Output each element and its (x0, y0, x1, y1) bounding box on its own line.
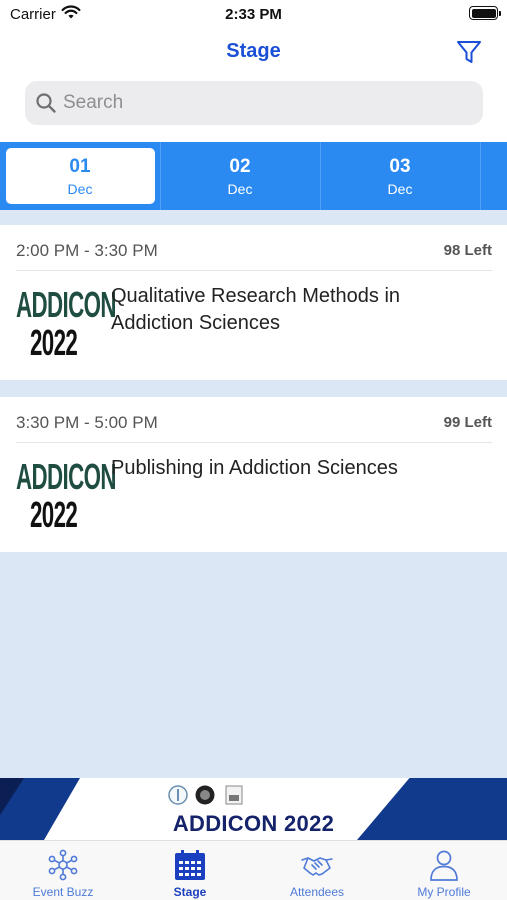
tab-attendees[interactable]: Attendees (254, 841, 380, 900)
calendar-icon (173, 848, 207, 882)
status-bar: Carrier 2:33 PM (0, 0, 507, 28)
session-time: 3:30 PM - 5:00 PM (16, 413, 158, 432)
tab-bar: Event Buzz Stage Attendees My Profile (0, 840, 507, 900)
person-icon (427, 848, 461, 882)
network-icon (46, 848, 80, 882)
session-card[interactable]: 2:00 PM - 3:30 PM 98 Left ADDICON 2022 Q… (0, 225, 507, 380)
page-title: Stage (226, 40, 281, 62)
seal-icons (168, 785, 243, 805)
clock: 2:33 PM (225, 6, 282, 23)
session-title: Publishing in Addiction Sciences (111, 457, 398, 479)
logo-text-line2: 2022 (30, 494, 78, 535)
date-tab-02[interactable]: 02 Dec (160, 142, 320, 210)
session-card[interactable]: 3:30 PM - 5:00 PM 99 Left ADDICON 2022 P… (0, 397, 507, 552)
seats-left-badge: 99 Left (443, 414, 492, 431)
divider (16, 442, 492, 443)
navigation-bar: Stage (0, 28, 507, 78)
logo-text-line2: 2022 (30, 322, 78, 363)
tab-label: Event Buzz (32, 885, 94, 899)
session-title: Qualitative Research Methods in Addictio… (111, 285, 401, 334)
date-tab-bar: 01 Dec 02 Dec 03 Dec (0, 142, 507, 210)
session-time: 2:00 PM - 3:30 PM (16, 241, 158, 260)
date-tab-03[interactable]: 03 Dec (320, 142, 480, 210)
banner-title: ADDICON 2022 (172, 811, 335, 836)
date-month: Dec (227, 181, 253, 197)
date-tab-01[interactable]: 01 Dec (0, 142, 160, 210)
event-logo: ADDICON 2022 (16, 284, 116, 365)
tab-my-profile[interactable]: My Profile (381, 841, 507, 900)
battery-icon (469, 6, 501, 20)
seats-left-badge: 98 Left (443, 242, 492, 259)
logo-text-line1: ADDICON (16, 284, 116, 325)
date-day: 02 (229, 156, 251, 177)
tab-label: Attendees (289, 885, 345, 899)
search-bar[interactable]: Search (25, 81, 483, 125)
date-month: Dec (67, 181, 93, 197)
divider (16, 270, 492, 271)
filter-icon[interactable] (455, 38, 483, 66)
tab-label: Stage (173, 885, 207, 899)
date-day: 01 (69, 156, 91, 177)
tab-stage[interactable]: Stage (127, 841, 253, 900)
search-icon (35, 92, 57, 119)
tab-event-buzz[interactable]: Event Buzz (0, 841, 126, 900)
sponsor-banner: ADDICON 2022 (0, 778, 507, 840)
logo-text-line1: ADDICON (16, 456, 116, 497)
event-logo: ADDICON 2022 (16, 456, 116, 537)
date-month: Dec (387, 181, 413, 197)
tab-label: My Profile (417, 885, 471, 899)
handshake-icon (300, 848, 334, 882)
date-day: 03 (389, 156, 411, 177)
search-input[interactable]: Search (63, 92, 123, 114)
